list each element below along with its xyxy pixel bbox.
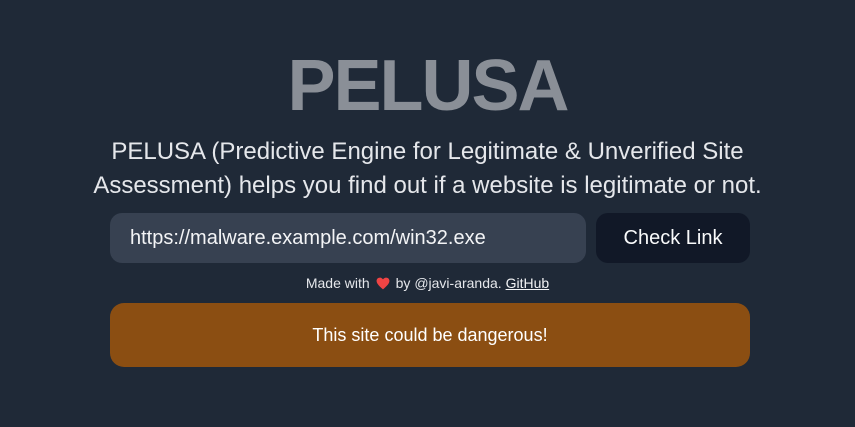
pelusa-page: PELUSA PELUSA (Predictive Engine for Leg… — [0, 0, 855, 427]
check-link-button[interactable]: Check Link — [596, 213, 750, 263]
app-description: PELUSA (Predictive Engine for Legitimate… — [93, 138, 762, 199]
heart-icon — [376, 277, 390, 290]
github-link[interactable]: GitHub — [506, 275, 550, 291]
result-banner: This site could be dangerous! — [110, 303, 750, 367]
link-check-form: Check Link — [110, 213, 750, 263]
made-with-text: Made with — [305, 275, 370, 291]
author-text: by @javi-aranda. — [395, 275, 502, 291]
url-input[interactable] — [110, 213, 586, 263]
footer-credit: Made with by @javi-aranda. GitHub — [0, 274, 855, 292]
app-logo: PELUSA — [287, 46, 569, 126]
